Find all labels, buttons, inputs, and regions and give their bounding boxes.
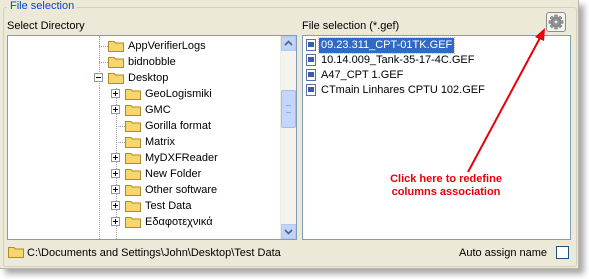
tree-item[interactable]: New Folder (8, 166, 278, 182)
tree-item[interactable]: Test Data (8, 198, 278, 214)
folder-icon (125, 166, 141, 182)
folder-icon (125, 150, 141, 166)
tree-item[interactable]: Εδαφοτεχνικά (8, 214, 278, 230)
tree-item-label: Test Data (145, 200, 192, 212)
gef-file-icon (306, 69, 316, 81)
tree-line (99, 62, 108, 63)
scroll-down-button[interactable] (281, 224, 296, 239)
tree-item[interactable]: Desktop (8, 70, 278, 86)
gef-file-icon (306, 84, 316, 96)
current-path: C:\Documents and Settings\John\Desktop\T… (27, 247, 281, 259)
tree-item-label: bidnobble (128, 56, 176, 68)
columns-settings-button[interactable] (546, 12, 566, 32)
tree-line (116, 142, 125, 143)
tree-item-label: AppVerifierLogs (128, 40, 206, 52)
tree-item[interactable]: Gorilla format (8, 118, 278, 134)
folder-icon (108, 70, 124, 86)
select-directory-label: Select Directory (7, 20, 85, 32)
dialog-frame: File selection Select Directory File sel… (0, 0, 579, 269)
gef-file-icon (306, 54, 316, 66)
expand-icon[interactable] (111, 169, 120, 178)
expand-icon[interactable] (111, 153, 120, 162)
file-name: A47_CPT 1.GEF (321, 69, 404, 81)
expand-icon[interactable] (111, 185, 120, 194)
tree-item-label: Other software (145, 184, 218, 196)
tree-item-label: New Folder (145, 168, 202, 180)
annotation-text: Click here to redefine columns associati… (390, 173, 502, 198)
gef-file-icon (306, 39, 316, 51)
file-name: 10.14.009_Tank-35-17-4C.GEF (321, 54, 475, 66)
scroll-up-button[interactable] (281, 36, 296, 51)
tree-vertical-scrollbar[interactable] (280, 36, 296, 239)
folder-icon (125, 182, 141, 198)
tree-item-label: Εδαφοτεχνικά (145, 216, 213, 228)
chevron-up-icon (284, 40, 293, 46)
collapse-icon[interactable] (94, 73, 103, 82)
folder-icon (125, 102, 141, 118)
folder-icon (125, 86, 141, 102)
tree-line (116, 126, 125, 127)
directory-tree[interactable]: AppVerifierLogs bidnobble Desktop GeoLogism… (7, 35, 297, 240)
tree-item-label: Gorilla format (145, 120, 212, 132)
tree-item[interactable]: AppVerifierLogs (8, 38, 278, 54)
folder-icon (8, 247, 24, 258)
group-title: File selection (7, 0, 78, 12)
expand-icon[interactable] (111, 89, 120, 98)
file-selection-label: File selection (*.gef) (302, 20, 400, 32)
gear-icon (548, 14, 564, 30)
folder-icon (125, 118, 141, 134)
folder-icon (108, 54, 124, 70)
folder-icon (125, 198, 141, 214)
file-name: CTmain Linhares CPTU 102.GEF (321, 84, 485, 96)
tree-item-label: GeoLogismiki (145, 88, 212, 100)
tree-item-label: Matrix (145, 136, 175, 148)
scroll-thumb[interactable] (281, 90, 296, 128)
tree-item[interactable]: GeoLogismiki (8, 86, 278, 102)
tree-item[interactable]: MyDXFReader (8, 150, 278, 166)
folder-icon (125, 214, 141, 230)
tree-item[interactable]: Matrix (8, 134, 278, 150)
tree-line (99, 46, 108, 47)
tree-item-label: Desktop (128, 72, 169, 84)
chevron-down-icon (284, 229, 293, 235)
file-name: 09.23.311_CPT-01TK.GEF (317, 37, 456, 54)
folder-icon (108, 38, 124, 54)
tree-item-label: MyDXFReader (145, 152, 218, 164)
tree-item[interactable]: Other software (8, 182, 278, 198)
tree-item[interactable]: bidnobble (8, 54, 278, 70)
file-list[interactable]: 09.23.311_CPT-01TK.GEF 10.14.009_Tank-35-… (302, 35, 571, 240)
expand-icon[interactable] (111, 217, 120, 226)
expand-icon[interactable] (111, 105, 120, 114)
tree-item-label: GMC (145, 104, 171, 116)
tree-item[interactable]: GMC (8, 102, 278, 118)
folder-icon (125, 134, 141, 150)
auto-assign-checkbox[interactable] (556, 246, 569, 259)
expand-icon[interactable] (111, 201, 120, 210)
auto-assign-label: Auto assign name (459, 247, 548, 259)
